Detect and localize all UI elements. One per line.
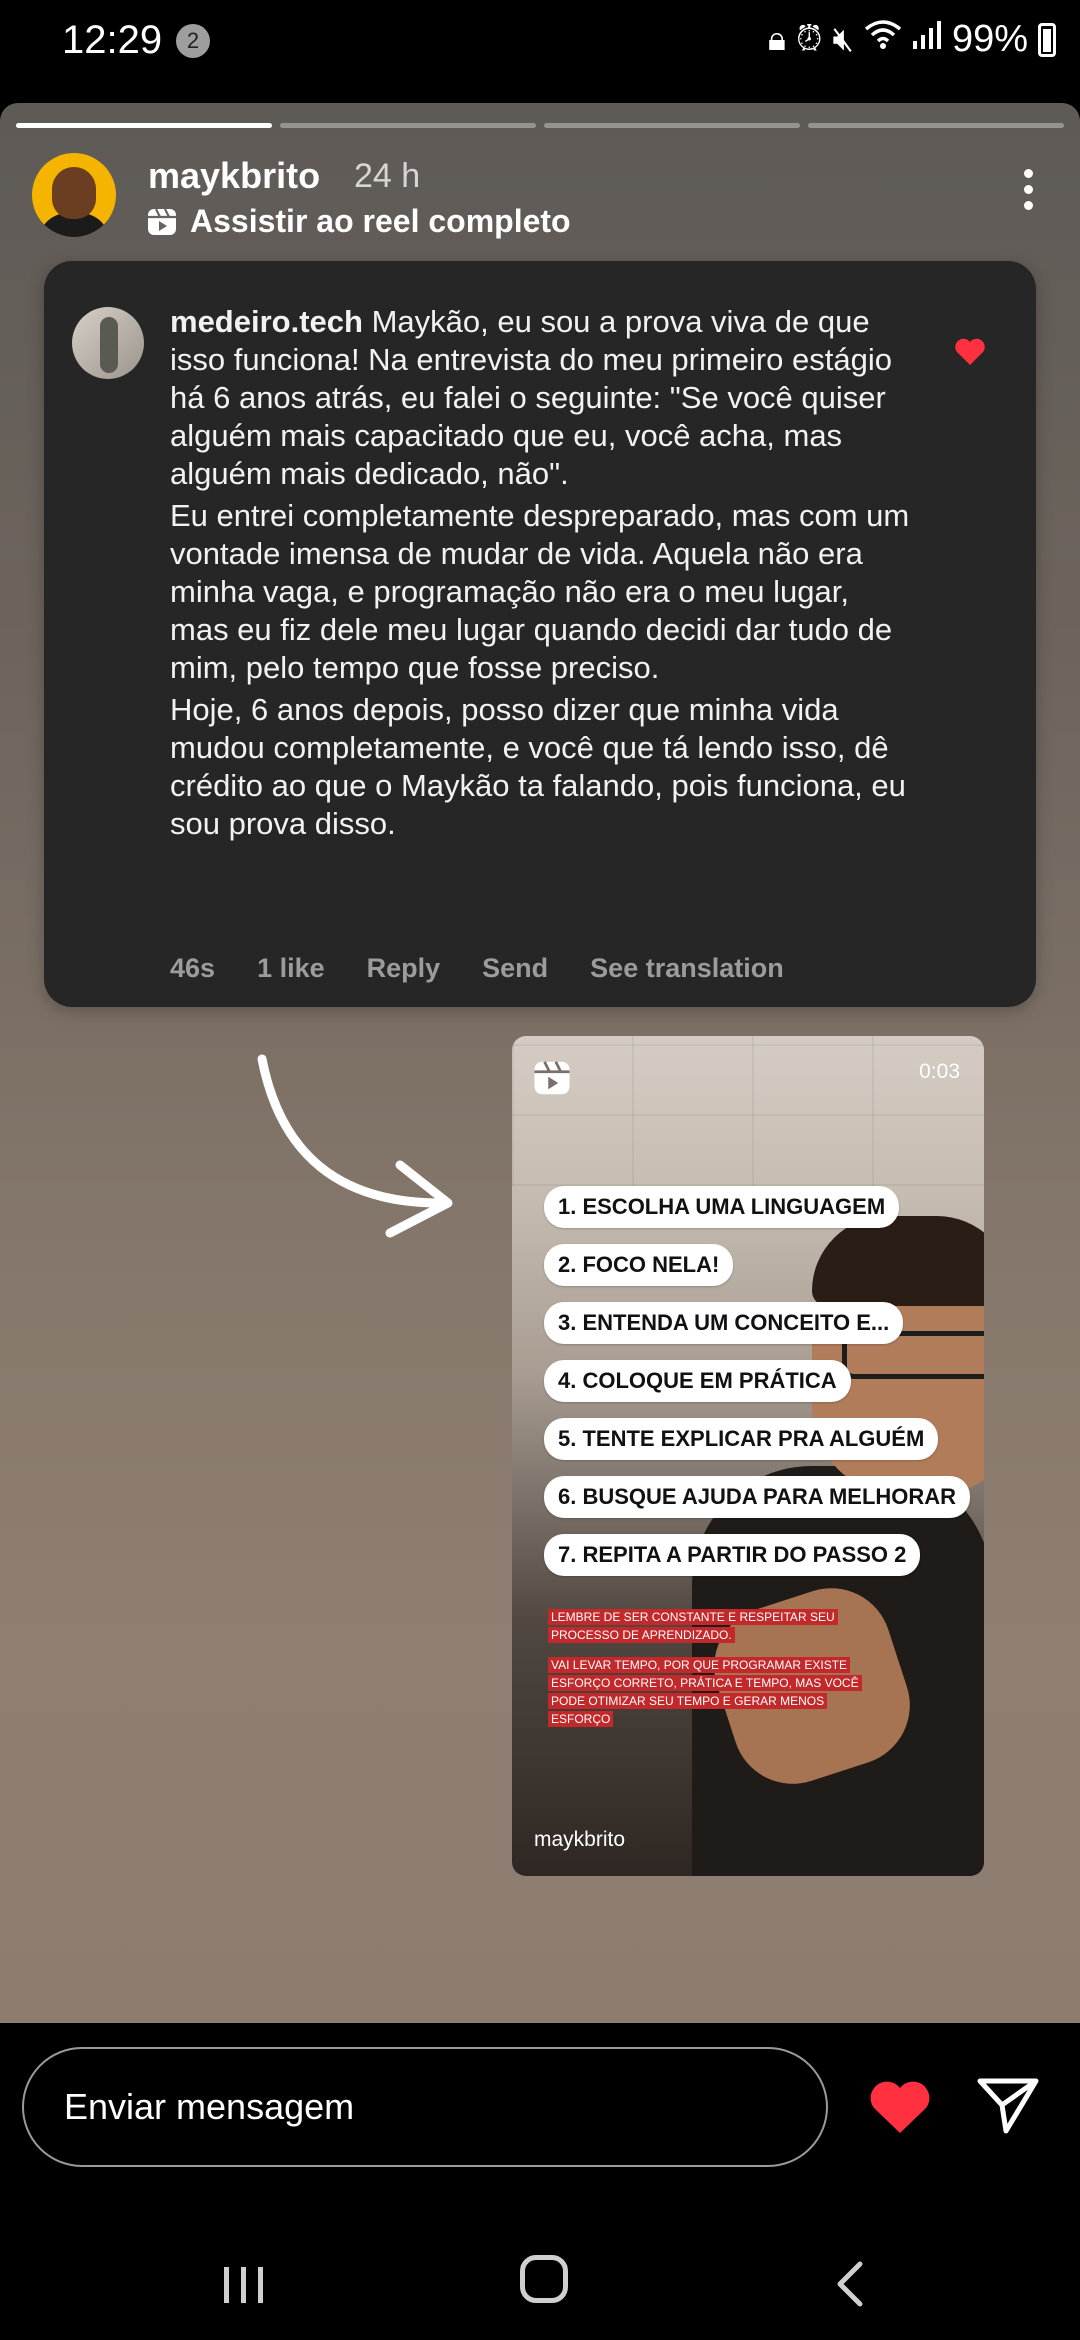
curved-arrow-icon bbox=[257, 1054, 453, 1238]
reels-icon bbox=[148, 208, 176, 235]
status-bar: 12:29 2 🔒︎ ⏰︎ 🔇︎ 99% bbox=[0, 0, 1080, 100]
battery-icon bbox=[1038, 22, 1056, 57]
watch-full-reel-link[interactable]: Assistir ao reel completo bbox=[146, 203, 571, 240]
wifi-icon bbox=[864, 19, 902, 60]
like-heart-icon[interactable] bbox=[868, 2078, 932, 2136]
story-time: 24 h bbox=[354, 157, 421, 195]
avatar[interactable] bbox=[32, 153, 116, 237]
reel-watermark: maykbrito bbox=[534, 1828, 626, 1851]
step-item: 6. BUSQUE AJUDA PARA MELHORAR bbox=[544, 1476, 971, 1518]
reel-thumbnail[interactable]: 0:03 1. ESCOLHA UMA LINGUAGEM 2. FOCO NE… bbox=[512, 1036, 984, 1876]
step-item: 2. FOCO NELA! bbox=[544, 1244, 734, 1286]
reel-notes: LEMBRE DE SER CONSTANTE E RESPEITAR SEU … bbox=[548, 1608, 888, 1740]
home-button-icon[interactable] bbox=[520, 2255, 568, 2303]
battery-percent: 99% bbox=[951, 18, 1028, 60]
mute-icon: 🔇︎ bbox=[832, 20, 854, 58]
comment-actions: 46s 1 like Reply Send See translation bbox=[170, 953, 784, 984]
commenter-username[interactable]: medeiro.tech bbox=[170, 304, 363, 339]
comment-paragraph-2: Eu entrei completamente despreparado, ma… bbox=[170, 498, 910, 685]
comment-paragraph-3: Hoje, 6 anos depois, posso dizer que min… bbox=[170, 692, 906, 841]
reel-note: LEMBRE DE SER CONSTANTE E RESPEITAR SEU … bbox=[548, 1609, 838, 1643]
alarm-icon: ⏰︎ bbox=[795, 20, 823, 58]
step-item: 4. COLOQUE EM PRÁTICA bbox=[544, 1360, 851, 1402]
send-icon[interactable] bbox=[976, 2075, 1040, 2135]
comment-text: medeiro.tech Maykão, eu sou a prova viva… bbox=[170, 303, 910, 847]
bottom-bar bbox=[0, 2023, 1080, 2340]
step-item: 3. ENTENDA UM CONCEITO E... bbox=[544, 1302, 904, 1344]
back-icon[interactable] bbox=[830, 2259, 870, 2309]
comment-age: 46s bbox=[170, 953, 216, 983]
progress-segment bbox=[16, 123, 272, 128]
status-time: 12:29 bbox=[62, 18, 163, 62]
send-button[interactable]: Send bbox=[482, 953, 548, 984]
recent-apps-icon[interactable] bbox=[220, 2263, 268, 2307]
watch-full-reel-label: Assistir ao reel completo bbox=[190, 203, 571, 239]
progress-fill bbox=[16, 123, 272, 128]
send-message-input[interactable] bbox=[22, 2047, 828, 2167]
notification-count-badge: 2 bbox=[176, 24, 210, 58]
reel-duration: 0:03 bbox=[919, 1060, 960, 1083]
step-item: 1. ESCOLHA UMA LINGUAGEM bbox=[544, 1186, 900, 1228]
story-header: maykbrito 24 h Assistir ao reel completo bbox=[32, 153, 1048, 253]
story-viewer[interactable]: maykbrito 24 h Assistir ao reel completo… bbox=[0, 103, 1080, 2023]
lock-icon: 🔒︎ bbox=[767, 20, 786, 58]
ceiling-background bbox=[512, 1036, 984, 1186]
story-progress bbox=[16, 123, 1064, 128]
comment-card: medeiro.tech Maykão, eu sou a prova viva… bbox=[44, 261, 1036, 1007]
progress-segment bbox=[280, 123, 536, 128]
reels-icon bbox=[534, 1061, 570, 1095]
comment-paragraph-1: medeiro.tech Maykão, eu sou a prova viva… bbox=[170, 303, 910, 493]
step-item: 7. REPITA A PARTIR DO PASSO 2 bbox=[544, 1534, 921, 1576]
progress-segment bbox=[544, 123, 800, 128]
progress-segment bbox=[808, 123, 1064, 128]
system-navbar bbox=[0, 2233, 1080, 2333]
story-username[interactable]: maykbrito bbox=[148, 155, 320, 197]
status-icons: 🔒︎ ⏰︎ 🔇︎ 99% bbox=[768, 18, 1056, 61]
comment-likes[interactable]: 1 like bbox=[257, 953, 325, 984]
comment-like-icon[interactable] bbox=[954, 337, 986, 367]
signal-icon bbox=[912, 19, 942, 60]
see-translation-button[interactable]: See translation bbox=[590, 953, 784, 984]
avatar-face bbox=[52, 167, 96, 219]
reel-note: VAI LEVAR TEMPO, POR QUE PROGRAMAR EXIST… bbox=[548, 1657, 862, 1727]
commenter-avatar[interactable] bbox=[72, 307, 144, 379]
step-item: 5. TENTE EXPLICAR PRA ALGUÉM bbox=[544, 1418, 939, 1460]
more-options-icon[interactable] bbox=[1022, 169, 1034, 219]
reply-button[interactable]: Reply bbox=[367, 953, 441, 984]
steps-list: 1. ESCOLHA UMA LINGUAGEM 2. FOCO NELA! 3… bbox=[544, 1186, 971, 1592]
